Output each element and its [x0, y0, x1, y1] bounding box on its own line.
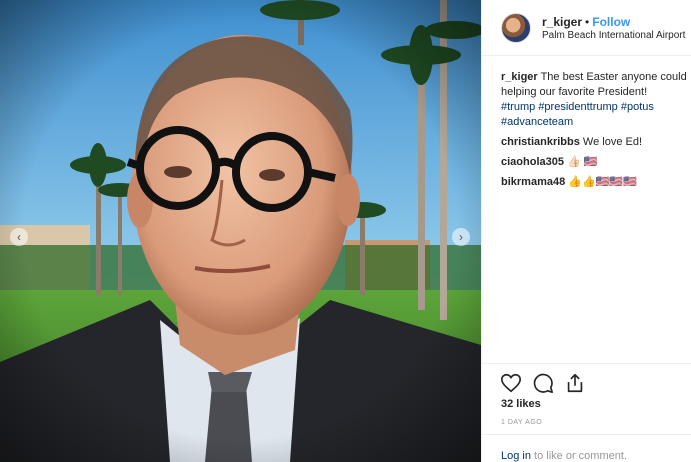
caption-line-2: helping our favorite President!	[501, 86, 648, 98]
caption-hashtags-line-1: #trump #presidenttrump #potus	[501, 100, 691, 115]
carousel-next-button[interactable]: ›	[452, 228, 470, 246]
caption-hashtags-line-2: #advanceteam	[501, 115, 691, 130]
chevron-left-icon: ‹	[17, 230, 21, 244]
comment-username[interactable]: bikrmama48	[501, 176, 565, 188]
comment-text: 👍🏻 🇺🇸	[567, 156, 598, 168]
comment-icon[interactable]	[532, 372, 554, 394]
selfie-photo-illustration	[0, 0, 481, 462]
follow-button[interactable]: Follow	[592, 15, 630, 29]
hashtag-presidenttrump[interactable]: #presidenttrump	[538, 101, 618, 113]
comment-row: bikrmama48 👍👍🇺🇸🇺🇸🇺🇸	[501, 175, 691, 190]
caption-text-1: The best Easter anyone could	[540, 71, 687, 83]
login-prompt-text: to like or comment.	[534, 450, 627, 462]
post-photo[interactable]: ‹ ›	[0, 0, 481, 462]
hashtag-potus[interactable]: #potus	[621, 101, 654, 113]
post-actions: 32 likes 1 DAY AGO	[482, 363, 691, 426]
login-footer: Log in to like or comment.	[482, 434, 691, 462]
post-timestamp: 1 DAY AGO	[501, 419, 543, 426]
chevron-right-icon: ›	[459, 230, 463, 244]
comment-username[interactable]: christiankribbs	[501, 136, 580, 148]
comment-text: We love Ed!	[582, 136, 643, 148]
likes-count[interactable]: 32 likes	[501, 398, 541, 410]
post-header: r_kiger • Follow Palm Beach International …	[482, 0, 691, 56]
avatar[interactable]	[501, 13, 531, 43]
caption-line-1: r_kiger The best Easter anyone could	[501, 70, 691, 85]
header-username[interactable]: r_kiger	[542, 15, 582, 29]
post-side-panel: r_kiger • Follow Palm Beach International …	[481, 0, 691, 462]
login-prompt: Log in to like or comment.	[501, 450, 627, 462]
location-link[interactable]: Palm Beach International Airport	[542, 30, 685, 41]
comment-row: ciaohola305 👍🏻 🇺🇸	[501, 155, 691, 170]
comment-row: christiankribbs We love Ed!	[501, 135, 691, 150]
header-user-line: r_kiger • Follow	[542, 15, 630, 29]
caption-username[interactable]: r_kiger	[501, 71, 538, 83]
share-icon[interactable]	[564, 372, 586, 394]
hashtag-trump[interactable]: #trump	[501, 101, 535, 113]
hashtag-advanceteam[interactable]: #advanceteam	[501, 116, 573, 128]
heart-icon[interactable]	[500, 372, 522, 394]
comments-section: r_kiger The best Easter anyone could hel…	[501, 70, 691, 190]
carousel-prev-button[interactable]: ‹	[10, 228, 28, 246]
comment-username[interactable]: ciaohola305	[501, 156, 564, 168]
separator-dot: •	[585, 15, 590, 29]
comment-text: 👍👍🇺🇸🇺🇸🇺🇸	[568, 176, 637, 188]
login-link[interactable]: Log in	[501, 450, 531, 462]
